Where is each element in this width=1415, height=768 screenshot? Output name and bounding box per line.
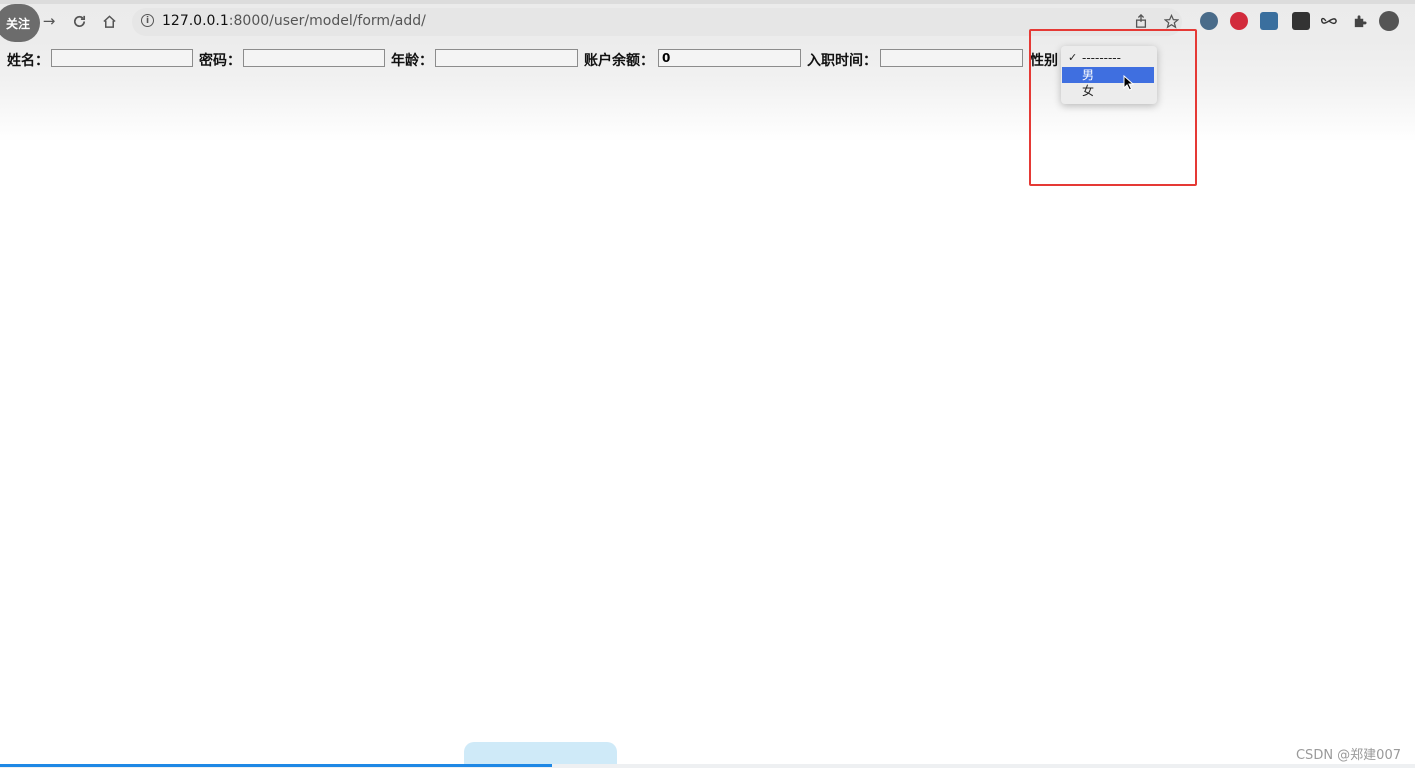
home-icon[interactable] [100,12,118,30]
balance-label: 账户余额： [584,53,654,69]
follow-badge[interactable]: 关注 [0,4,40,42]
extension-tool-icon[interactable] [1292,12,1310,30]
tab-strip [0,0,1415,4]
url-text[interactable]: 127.0.0.1:8000/user/model/form/add/ [162,13,426,29]
avatar[interactable] [1379,11,1399,31]
name-input[interactable] [51,49,193,67]
extension-translate-icon[interactable] [1200,12,1218,30]
hire-date-input[interactable] [880,49,1023,67]
site-info-icon[interactable]: i [141,14,154,27]
name-label: 姓名： [7,53,49,69]
url-path: :8000/user/model/form/add/ [228,13,426,29]
age-input[interactable] [435,49,578,67]
watermark: CSDN @郑建007 [1295,748,1401,763]
password-label: 密码： [199,53,241,69]
url-host: 127.0.0.1 [162,13,229,29]
hire-date-label: 入职时间： [807,53,877,69]
puzzle-icon[interactable] [1350,12,1368,30]
share-icon[interactable] [1132,12,1150,30]
reload-icon[interactable] [70,12,88,30]
annotation-highlight-box [1029,29,1197,186]
age-label: 年龄： [391,53,433,69]
forward-icon[interactable]: → [40,12,58,30]
password-input[interactable] [243,49,385,67]
infinity-icon[interactable] [1320,12,1338,30]
user-form: 姓名： 密码： 年龄： 账户余额： 入职时间： 性别 [0,45,1415,71]
extension-abp-icon[interactable] [1230,12,1248,30]
star-icon[interactable] [1162,12,1180,30]
extension-s-icon[interactable] [1260,12,1278,30]
balance-input[interactable] [658,49,801,67]
video-progress-fill [0,764,552,767]
